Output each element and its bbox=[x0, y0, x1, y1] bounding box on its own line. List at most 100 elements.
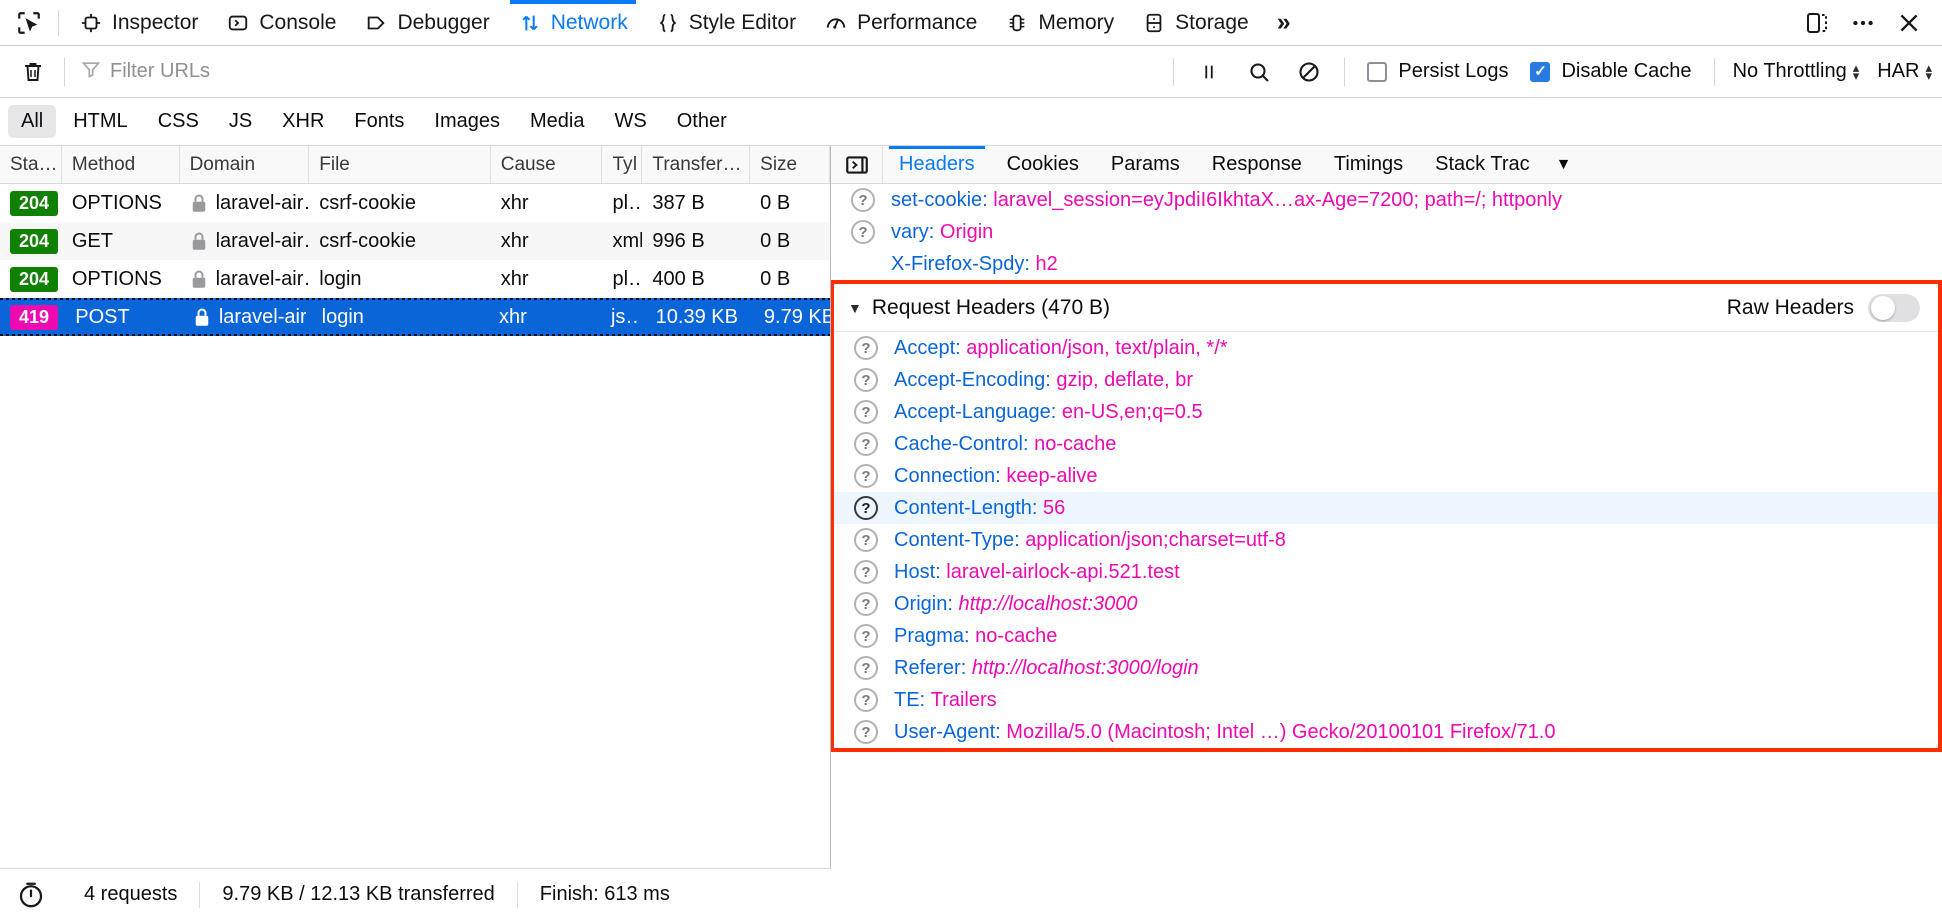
help-icon[interactable]: ? bbox=[854, 368, 878, 392]
network-status-bar: 4 requests 9.79 KB / 12.13 KB transferre… bbox=[0, 868, 831, 920]
element-picker-icon[interactable] bbox=[6, 1, 52, 45]
tab-inspector[interactable]: Inspector bbox=[65, 0, 212, 46]
request-headers-toggle[interactable]: ▼ Request Headers (470 B) bbox=[848, 296, 1110, 320]
header-row[interactable]: ? Pragma: no-cache bbox=[834, 620, 1938, 652]
tab-memory[interactable]: Memory bbox=[991, 0, 1128, 46]
close-icon[interactable] bbox=[1888, 2, 1930, 44]
type-filter-html[interactable]: HTML bbox=[60, 105, 140, 138]
row-domain-label: laravel-air… bbox=[215, 267, 310, 290]
performance-icon bbox=[824, 11, 848, 35]
header-row[interactable]: X-Firefox-Spdy: h2 bbox=[831, 248, 1942, 280]
help-icon[interactable]: ? bbox=[854, 464, 878, 488]
row-type: js… bbox=[610, 305, 640, 328]
panel-toggle-icon[interactable] bbox=[831, 146, 883, 183]
help-icon[interactable]: ? bbox=[854, 528, 878, 552]
type-filter-media[interactable]: Media bbox=[517, 105, 597, 138]
help-icon[interactable]: ? bbox=[854, 496, 878, 520]
header-row[interactable]: ? set-cookie: laravel_session=eyJpdiI6Ik… bbox=[831, 184, 1942, 216]
help-icon[interactable]: ? bbox=[854, 432, 878, 456]
help-icon[interactable]: ? bbox=[851, 220, 875, 244]
help-icon[interactable]: ? bbox=[854, 624, 878, 648]
search-icon[interactable] bbox=[1236, 51, 1282, 93]
header-value: Mozilla/5.0 (Macintosh; Intel …) Gecko/2… bbox=[1006, 720, 1556, 743]
tab-performance[interactable]: Performance bbox=[810, 0, 991, 46]
help-icon[interactable]: ? bbox=[854, 400, 878, 424]
tab-params[interactable]: Params bbox=[1095, 146, 1196, 183]
header-row[interactable]: ? Cache-Control: no-cache bbox=[834, 428, 1938, 460]
row-method: OPTIONS bbox=[71, 191, 162, 214]
type-filter-xhr[interactable]: XHR bbox=[269, 105, 337, 138]
type-filter-js[interactable]: JS bbox=[216, 105, 265, 138]
type-filter-fonts[interactable]: Fonts bbox=[341, 105, 417, 138]
header-row[interactable]: ? User-Agent: Mozilla/5.0 (Macintosh; In… bbox=[834, 716, 1938, 748]
trash-icon[interactable] bbox=[10, 49, 56, 95]
tab-cookies[interactable]: Cookies bbox=[991, 146, 1095, 183]
column-header-method[interactable]: Method bbox=[62, 146, 180, 183]
tab-network[interactable]: Network bbox=[504, 0, 642, 46]
column-header-type[interactable]: Tyǀ bbox=[602, 146, 643, 183]
header-row[interactable]: ? Accept-Language: en-US,en;q=0.5 bbox=[834, 396, 1938, 428]
header-row[interactable]: ? Connection: keep-alive bbox=[834, 460, 1938, 492]
dock-split-icon[interactable] bbox=[1796, 2, 1838, 44]
pause-icon[interactable] bbox=[1186, 51, 1232, 93]
type-filter-ws[interactable]: WS bbox=[602, 105, 660, 138]
persist-logs-checkbox[interactable]: Persist Logs bbox=[1367, 60, 1508, 83]
type-filter-other[interactable]: Other bbox=[664, 105, 740, 138]
header-row[interactable]: ? Accept-Encoding: gzip, deflate, br bbox=[834, 364, 1938, 396]
tab-style-editor[interactable]: Style Editor bbox=[642, 0, 810, 46]
help-icon[interactable]: ? bbox=[851, 188, 875, 212]
request-headers-section: ▼ Request Headers (470 B) Raw Headers ? … bbox=[831, 280, 1942, 752]
raw-headers-toggle[interactable] bbox=[1868, 293, 1920, 322]
column-header-size[interactable]: Size bbox=[750, 146, 830, 183]
table-row-selected[interactable]: 419 POST laravel-air… login xhr js… 10.3… bbox=[0, 298, 830, 336]
disable-cache-checkbox[interactable]: Disable Cache bbox=[1530, 60, 1692, 83]
row-transferred: 996 B bbox=[652, 229, 705, 252]
table-row[interactable]: 204 OPTIONS laravel-air… csrf-cookie xhr… bbox=[0, 184, 830, 222]
help-icon[interactable]: ? bbox=[854, 720, 878, 744]
more-options-icon[interactable] bbox=[1842, 2, 1884, 44]
tab-debugger[interactable]: Debugger bbox=[350, 0, 503, 46]
table-row[interactable]: 204 GET laravel-air… csrf-cookie xhr xml… bbox=[0, 222, 830, 260]
tab-storage[interactable]: Storage bbox=[1128, 0, 1263, 46]
column-header-file[interactable]: File bbox=[309, 146, 491, 183]
network-timing-icon[interactable] bbox=[0, 880, 62, 910]
header-row[interactable]: ? Host: laravel-airlock-api.521.test bbox=[834, 556, 1938, 588]
header-row[interactable]: ? Origin: http://localhost:3000 bbox=[834, 588, 1938, 620]
header-row[interactable]: ? Accept: application/json, text/plain, … bbox=[834, 332, 1938, 364]
block-icon[interactable] bbox=[1286, 51, 1332, 93]
header-row[interactable]: ? Content-Type: application/json;charset… bbox=[834, 524, 1938, 556]
help-icon[interactable]: ? bbox=[854, 336, 878, 360]
header-row[interactable]: ? TE: Trailers bbox=[834, 684, 1938, 716]
help-icon[interactable]: ? bbox=[854, 592, 878, 616]
chevron-down-icon[interactable]: ▼ bbox=[1546, 146, 1582, 183]
help-icon[interactable]: ? bbox=[854, 656, 878, 680]
header-row[interactable]: ? Referer: http://localhost:3000/login bbox=[834, 652, 1938, 684]
har-select[interactable]: HAR ▴ ▾ bbox=[1877, 60, 1932, 83]
toolbar-overflow-button[interactable]: » bbox=[1263, 0, 1305, 46]
tab-console[interactable]: Console bbox=[212, 0, 350, 46]
column-header-domain[interactable]: Domain bbox=[180, 146, 310, 183]
table-row[interactable]: 204 OPTIONS laravel-air… login xhr pl… 4… bbox=[0, 260, 830, 298]
throttling-select[interactable]: No Throttling ▴ ▾ bbox=[1733, 60, 1860, 83]
column-header-cause[interactable]: Cause bbox=[491, 146, 603, 183]
tab-stack-trace[interactable]: Stack Trac bbox=[1419, 146, 1545, 183]
header-row[interactable]: ? vary: Origin bbox=[831, 216, 1942, 248]
tab-headers[interactable]: Headers bbox=[883, 146, 991, 183]
search-input[interactable]: Filter URLs bbox=[73, 54, 1165, 90]
raw-headers-control[interactable]: Raw Headers bbox=[1727, 293, 1920, 322]
type-filter-all[interactable]: All bbox=[8, 105, 57, 138]
status-requests: 4 requests bbox=[84, 883, 178, 905]
tab-timings[interactable]: Timings bbox=[1318, 146, 1419, 183]
column-header-transferred[interactable]: Transfer… bbox=[642, 146, 751, 183]
har-value: HAR bbox=[1877, 60, 1920, 82]
tab-response[interactable]: Response bbox=[1196, 146, 1318, 183]
header-value: en-US,en;q=0.5 bbox=[1061, 400, 1203, 423]
header-name: Origin: bbox=[894, 592, 953, 615]
type-filter-css[interactable]: CSS bbox=[145, 105, 212, 138]
header-row-selected[interactable]: ? Content-Length: 56 bbox=[834, 492, 1938, 524]
help-icon[interactable]: ? bbox=[854, 560, 878, 584]
column-header-status[interactable]: Sta… bbox=[0, 146, 62, 183]
type-filter-images[interactable]: Images bbox=[421, 105, 513, 138]
help-icon[interactable]: ? bbox=[854, 688, 878, 712]
row-size: 9.79 KB bbox=[763, 305, 830, 328]
